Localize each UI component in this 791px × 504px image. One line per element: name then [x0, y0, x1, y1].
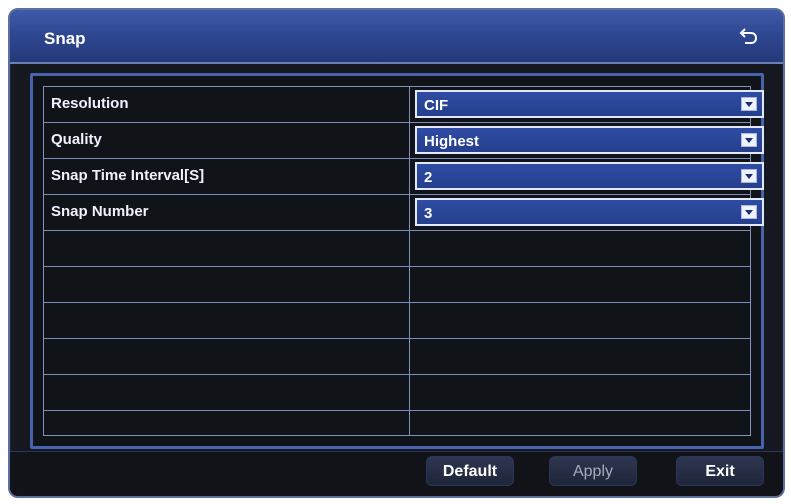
resolution-value: CIF — [424, 97, 449, 114]
snap-number-select[interactable]: 3 — [415, 198, 764, 226]
setting-row-quality: Quality Highest — [44, 123, 764, 159]
settings-grid: Resolution CIF Quality Highest Snap Time… — [43, 86, 764, 437]
settings-panel: Resolution CIF Quality Highest Snap Time… — [30, 73, 764, 449]
setting-row-resolution: Resolution CIF — [44, 87, 764, 123]
chevron-down-icon[interactable] — [741, 97, 757, 111]
chevron-down-icon[interactable] — [741, 205, 757, 219]
empty-row — [44, 411, 750, 437]
chevron-down-icon[interactable] — [741, 133, 757, 147]
snap-number-label: Snap Number — [51, 203, 149, 220]
resolution-label: Resolution — [51, 95, 129, 112]
exit-button[interactable]: Exit — [676, 456, 764, 486]
empty-row — [44, 303, 750, 339]
resolution-select[interactable]: CIF — [415, 90, 764, 118]
snap-time-interval-select[interactable]: 2 — [415, 162, 764, 190]
setting-row-snap-time-interval: Snap Time Interval[S] 2 — [44, 159, 764, 195]
empty-row — [44, 375, 750, 411]
quality-select[interactable]: Highest — [415, 126, 764, 154]
snap-window: Snap Resolution CIF Quality Highest Snap… — [8, 8, 785, 498]
chevron-down-icon[interactable] — [741, 169, 757, 183]
quality-value: Highest — [424, 133, 480, 150]
empty-row — [44, 267, 750, 303]
setting-row-snap-number: Snap Number 3 — [44, 195, 764, 231]
window-title: Snap — [44, 29, 86, 48]
apply-button[interactable]: Apply — [549, 456, 637, 486]
snap-number-value: 3 — [424, 205, 433, 222]
footer-bar: Default Apply Exit — [10, 451, 783, 496]
snap-time-interval-value: 2 — [424, 169, 433, 186]
snap-time-interval-label: Snap Time Interval[S] — [51, 167, 205, 184]
back-arrow-icon[interactable] — [737, 26, 759, 48]
default-button[interactable]: Default — [426, 456, 514, 486]
empty-row — [44, 231, 750, 267]
quality-label: Quality — [51, 131, 102, 148]
empty-row — [44, 339, 750, 375]
titlebar: Snap — [10, 10, 783, 64]
